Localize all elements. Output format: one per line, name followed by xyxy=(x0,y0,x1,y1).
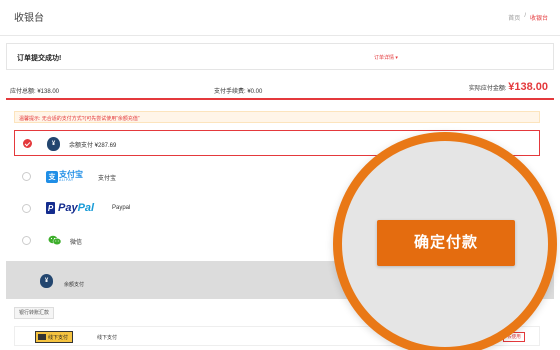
money-bag-icon: ¥ xyxy=(40,274,53,288)
order-success-message: 订单提交成功! xyxy=(17,55,62,62)
breadcrumb-separator: / xyxy=(524,13,526,19)
page-title: 收银台 xyxy=(14,13,44,24)
pay-option-label: 支付宝 xyxy=(98,176,117,182)
breadcrumb-current: 收银台 xyxy=(529,16,548,22)
amount-due: 应付总额: ¥138.00 xyxy=(10,89,60,95)
alipay-square-icon: 支 xyxy=(46,171,58,183)
cashier-page: 收银台 首页 / 收银台 订单提交成功! 订单详情 ▾ 应付总额: ¥138.0… xyxy=(0,0,560,350)
wechat-icon xyxy=(48,235,62,245)
radio-unchecked-icon[interactable] xyxy=(22,172,31,181)
actual-amount-label: 实际应付金额: xyxy=(468,86,507,92)
payment-fee: 支付手续费: ¥0.00 xyxy=(214,89,263,95)
notice-banner: 温馨提示: 无合适的支付方式?(可先尝试使用“余额充值” xyxy=(14,111,540,123)
paypal-logo-pal: Pal xyxy=(77,202,95,214)
radio-checked-icon[interactable] xyxy=(23,139,32,148)
header-divider xyxy=(0,35,560,36)
pay-option-label: 微信 xyxy=(70,240,83,246)
pay-option-label: Paypal xyxy=(112,205,131,211)
tab-bank-transfer[interactable]: 银行转账汇款 xyxy=(14,307,55,319)
radio-unchecked-icon[interactable] xyxy=(22,204,31,213)
selected-method-label: 余额支付 xyxy=(64,282,85,288)
radio-unchecked-icon[interactable] xyxy=(22,236,31,245)
offline-payment-label: 线下支付 xyxy=(97,335,118,341)
paypal-p-icon: P xyxy=(46,202,55,214)
breadcrumb-home[interactable]: 首页 xyxy=(508,13,520,22)
confirm-payment-button[interactable]: 确定付款 xyxy=(377,220,515,266)
actual-amount-value: ¥138.00 xyxy=(508,81,548,93)
pay-option-label: 余额支付 ¥287.69 xyxy=(69,143,117,149)
actual-amount: 实际应付金额: ¥138.00 xyxy=(469,81,548,93)
alipay-logo-en: ALIPAY xyxy=(59,178,74,183)
magnifier-callout: 确定付款 xyxy=(333,132,557,350)
offline-icon-text: 线下支付 xyxy=(48,334,69,341)
order-detail-link[interactable]: 订单详情 ▾ xyxy=(374,54,398,61)
paypal-logo-icon: P Pay Pal xyxy=(46,202,94,214)
monitor-icon xyxy=(38,334,46,340)
order-submitted-card: 订单提交成功! 订单详情 ▾ xyxy=(6,43,554,70)
alipay-logo-text: 支付宝 ALIPAY xyxy=(59,171,83,183)
money-bag-icon: ¥ xyxy=(47,137,60,151)
offline-payment-icon: 线下支付 xyxy=(35,331,73,343)
amount-summary: 应付总额: ¥138.00 支付手续费: ¥0.00 实际应付金额: ¥138.… xyxy=(6,78,554,100)
breadcrumb: 首页 / 收银台 xyxy=(508,13,548,22)
alipay-logo-icon: 支 支付宝 ALIPAY xyxy=(46,168,86,186)
paypal-logo-pay: Pay xyxy=(58,202,78,214)
